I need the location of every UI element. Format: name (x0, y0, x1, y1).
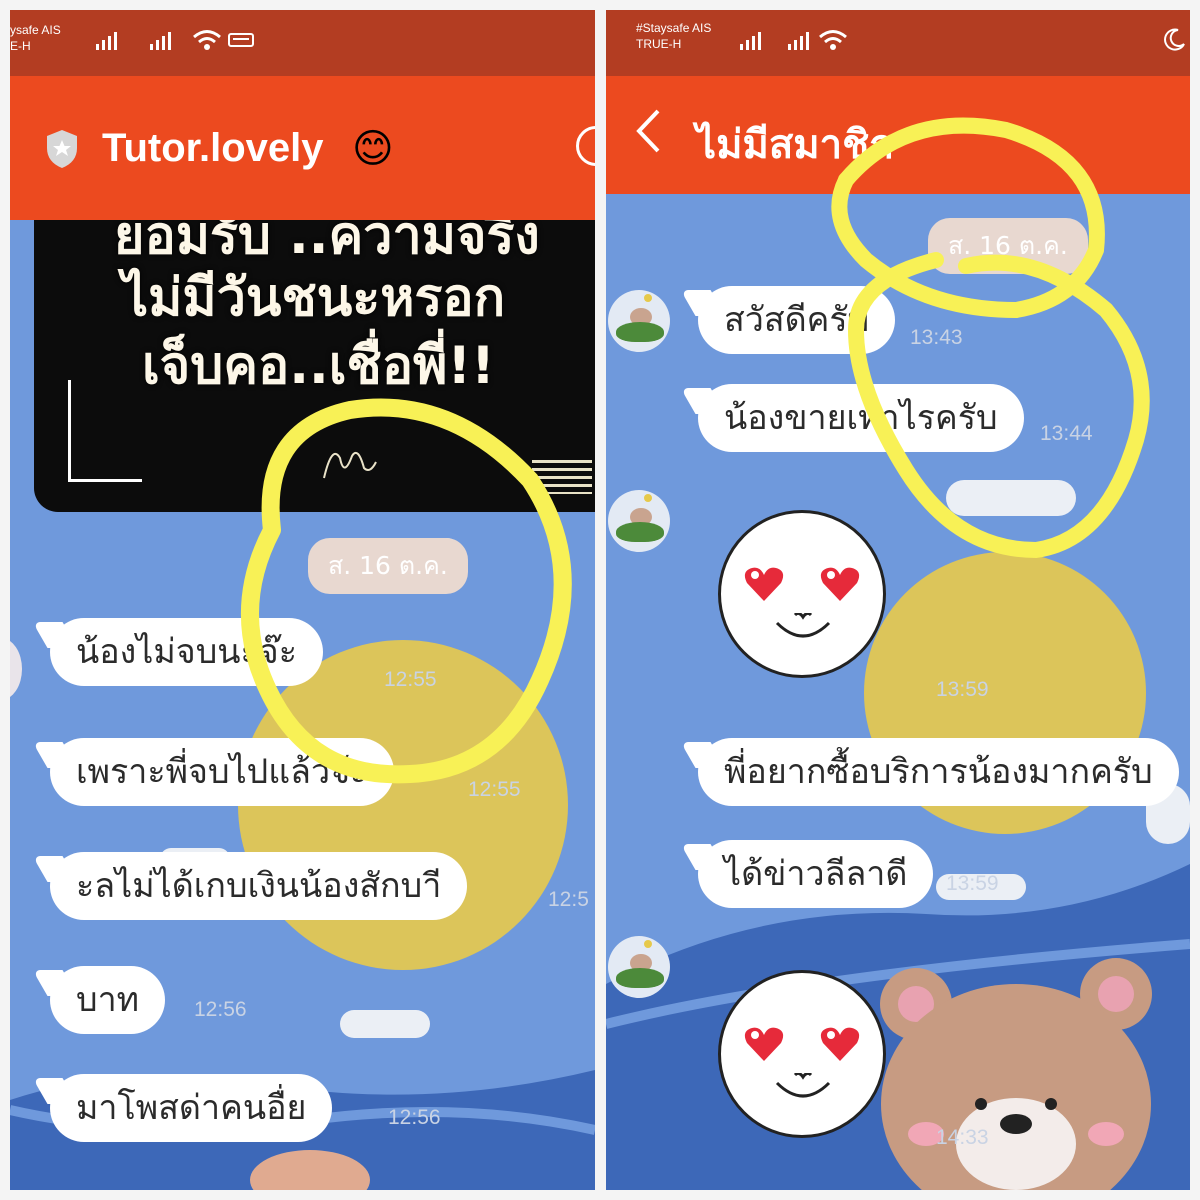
signature-icon (323, 452, 377, 479)
image-text-line: ไม่มีวันชนะหรอก (122, 268, 506, 328)
chat-title: ไม่มีสมาชิก (696, 123, 894, 167)
message-time: 12:56 (388, 1106, 441, 1129)
message-time: 12:55 (468, 778, 521, 801)
frame-corner (68, 380, 142, 482)
signal-icon (96, 30, 117, 50)
wifi-icon (819, 30, 847, 50)
shield-icon (47, 130, 77, 168)
message-bubble[interactable]: เพราะพี่จบไปแล้วจ้ะ (50, 738, 395, 806)
message-time: 13:59 (936, 678, 989, 701)
image-text-line: ยอมรับ ..ความจริง (114, 220, 540, 266)
date-chip: ส. 16 ต.ค. (308, 538, 468, 594)
message-time: 13:59 (946, 872, 999, 895)
image-message[interactable]: ยอมรับ ..ความจริง ไม่มีวันชนะหรอก เจ็บคอ… (34, 220, 595, 512)
cloud-decoration (946, 480, 1076, 516)
screenshot-collage: ysafe AIS E-H Tutor.lovely 😊 ยอมรับ ..คว… (0, 0, 1200, 1200)
message-time: 13:43 (910, 326, 963, 349)
heart-eyes-face-icon[interactable] (718, 970, 886, 1138)
message-bubble[interactable]: สวัสดีครับ (698, 286, 896, 354)
signal-icon (788, 30, 809, 50)
message-time: 12:56 (194, 998, 247, 1021)
message-bubble[interactable]: มาโพสด่าคนอื่ย (50, 1074, 333, 1142)
message-time: 12:55 (384, 668, 437, 691)
message-bubble[interactable]: น้องขายเท่าไรครับ (698, 384, 1024, 452)
image-text-line: เจ็บคอ..เชื่อพี่!! (142, 336, 495, 396)
decorative-stripes (532, 460, 592, 494)
chat-header: Tutor.lovely 😊 (10, 76, 595, 220)
signal-icon (150, 30, 171, 50)
status-bar: #Staysafe AIS TRUE-H (606, 10, 1190, 76)
heart-eyes-face-icon[interactable] (718, 510, 886, 678)
chat-background (606, 194, 1190, 1190)
carrier-name: ysafe AIS (10, 23, 61, 37)
message-bubble[interactable]: ะลไม่ได้เกบเงินน้องสักบาี (50, 852, 468, 920)
back-arrow-icon[interactable] (634, 108, 662, 154)
message-time: 12:5 (548, 888, 589, 911)
right-chat-screenshot: #Staysafe AIS TRUE-H ไม่มีสมาชิก ส. 16 ต… (606, 10, 1190, 1190)
status-bar: ysafe AIS E-H (10, 10, 595, 76)
keyboard-icon (228, 33, 254, 47)
network-type: E-H (10, 39, 31, 53)
avatar[interactable] (608, 936, 670, 998)
menu-icon[interactable] (576, 126, 595, 166)
carrier-label: ysafe AIS E-H (10, 22, 61, 54)
carrier-name: #Staysafe AIS (636, 21, 712, 35)
avatar[interactable] (608, 490, 670, 552)
message-bubble[interactable]: ได้ข่าวลีลาดี (698, 840, 934, 908)
message-bubble[interactable]: พี่อยากซื้อบริการน้องมากครับ (698, 738, 1179, 806)
chat-title: Tutor.lovely (102, 126, 324, 170)
message-bubble[interactable]: บาท (50, 966, 166, 1034)
left-chat-screenshot: ysafe AIS E-H Tutor.lovely 😊 ยอมรับ ..คว… (10, 10, 595, 1190)
bear-decoration (880, 958, 1152, 1190)
moon-icon (1164, 28, 1185, 51)
chat-header: ไม่มีสมาชิก (606, 76, 1190, 194)
message-time: 14:33 (936, 1126, 989, 1149)
emoji-icon: 😊 (352, 126, 394, 172)
network-type: TRUE-H (636, 37, 682, 51)
carrier-label: #Staysafe AIS TRUE-H (636, 20, 711, 52)
avatar[interactable] (608, 290, 670, 352)
message-bubble[interactable]: น้องไม่จบนะจ๊ะ (50, 618, 323, 686)
wifi-icon (193, 30, 221, 50)
signal-icon (740, 30, 761, 50)
message-time: 13:44 (1040, 422, 1093, 445)
date-chip: ส. 16 ต.ค. (928, 218, 1088, 274)
